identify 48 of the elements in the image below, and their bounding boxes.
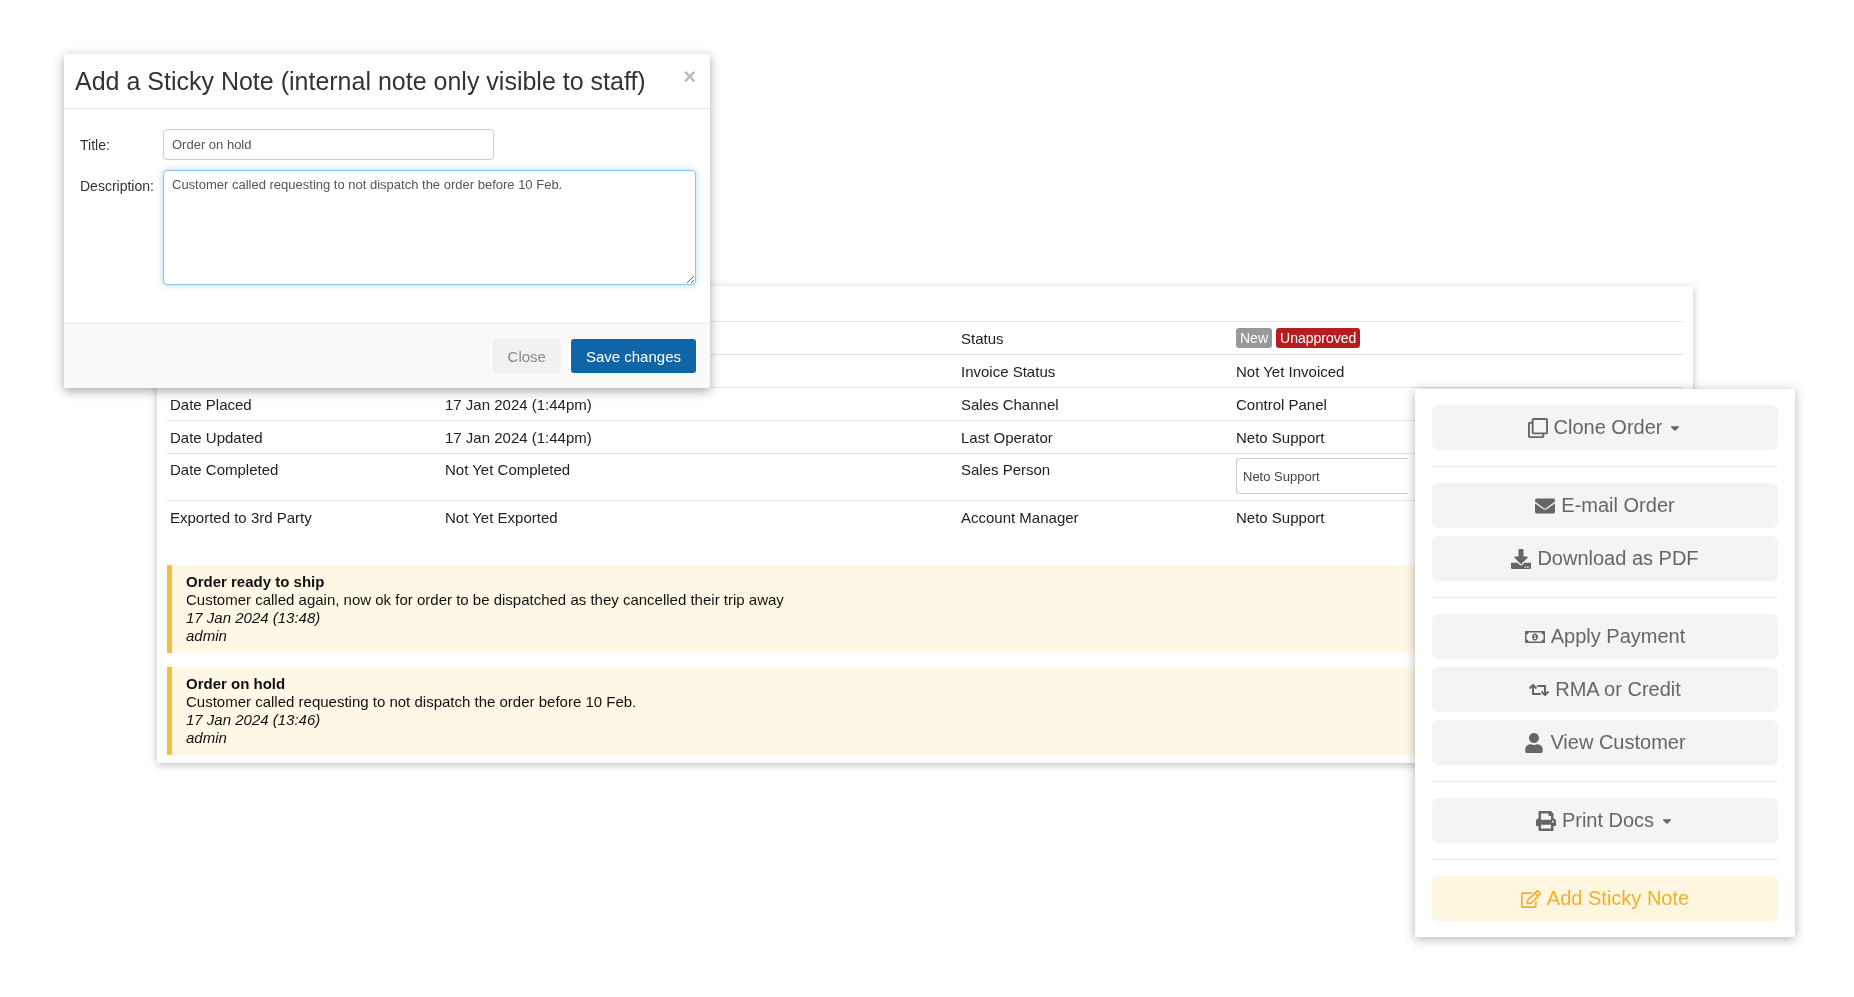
printer-icon	[1535, 810, 1556, 831]
field-label: Date Placed	[169, 395, 253, 413]
note-title: Order on hold	[186, 675, 286, 693]
field-label: Description:	[80, 177, 155, 194]
download-icon	[1511, 548, 1532, 569]
action-button[interactable]: E-mail Order	[1432, 483, 1778, 528]
field-label: Exported to 3rd Party	[169, 508, 313, 526]
field-value: 17 Jan 2024 (1:44pm)	[444, 395, 593, 413]
description-field[interactable]: Customer called requesting to not dispatch the order before 10 Feb.	[163, 170, 696, 285]
note-author: admin	[186, 729, 227, 747]
action-button[interactable]: Download as PDF	[1432, 536, 1778, 581]
field-label: Date Updated	[169, 428, 264, 446]
field-label: Last Operator	[960, 428, 1054, 446]
status-badge: Unapproved	[1276, 328, 1361, 348]
field-label: Sales Channel	[960, 395, 1060, 413]
field-value: Neto Support	[1235, 428, 1326, 446]
note-date: 17 Jan 2024 (13:48)	[186, 609, 321, 627]
save-button[interactable]: Save changes	[570, 339, 696, 373]
action-button[interactable]: Clone Order	[1432, 405, 1778, 450]
field-value: Not Yet Exported	[444, 508, 559, 526]
field-value: Neto Support	[1235, 508, 1326, 526]
note-date: 17 Jan 2024 (13:46)	[186, 711, 321, 729]
field-label: Invoice Status	[960, 362, 1057, 380]
field-label: Status	[960, 329, 1005, 347]
field-value: Not Yet Completed	[444, 460, 572, 478]
field-value: 17 Jan 2024 (1:44pm)	[444, 428, 593, 446]
dialog-title: Add a Sticky Note (internal note only visible to staff)	[75, 66, 646, 96]
sales-person-select[interactable]: Neto Support	[1236, 458, 1408, 494]
note-text: Customer called requesting to not dispatch the order before 10 Feb.	[186, 693, 637, 711]
edit-icon	[1520, 888, 1541, 909]
action-button[interactable]: Print Docs	[1432, 798, 1778, 843]
field-label: Date Completed	[169, 460, 280, 478]
note-text: Customer called again, now ok for order to be dispatched as they cancelled their trip away	[186, 591, 784, 609]
note-author: admin	[186, 627, 227, 645]
copy-icon	[1527, 417, 1548, 438]
close-button[interactable]: Close	[492, 339, 561, 373]
title-field[interactable]: Order on hold	[163, 129, 494, 160]
field-label: Account Manager	[960, 508, 1080, 526]
action-button[interactable]: View Customer	[1432, 720, 1778, 765]
field-label: Title:	[80, 136, 111, 153]
action-button[interactable]: RMA or Credit	[1432, 667, 1778, 712]
field-value: Control Panel	[1235, 395, 1328, 413]
field-value: Not Yet Invoiced	[1235, 362, 1346, 380]
action-button[interactable]: Apply Payment	[1432, 614, 1778, 659]
user-icon	[1524, 732, 1545, 753]
field-label: Sales Person	[960, 460, 1052, 478]
note-title: Order ready to ship	[186, 573, 325, 591]
status-badge: New	[1236, 328, 1272, 348]
